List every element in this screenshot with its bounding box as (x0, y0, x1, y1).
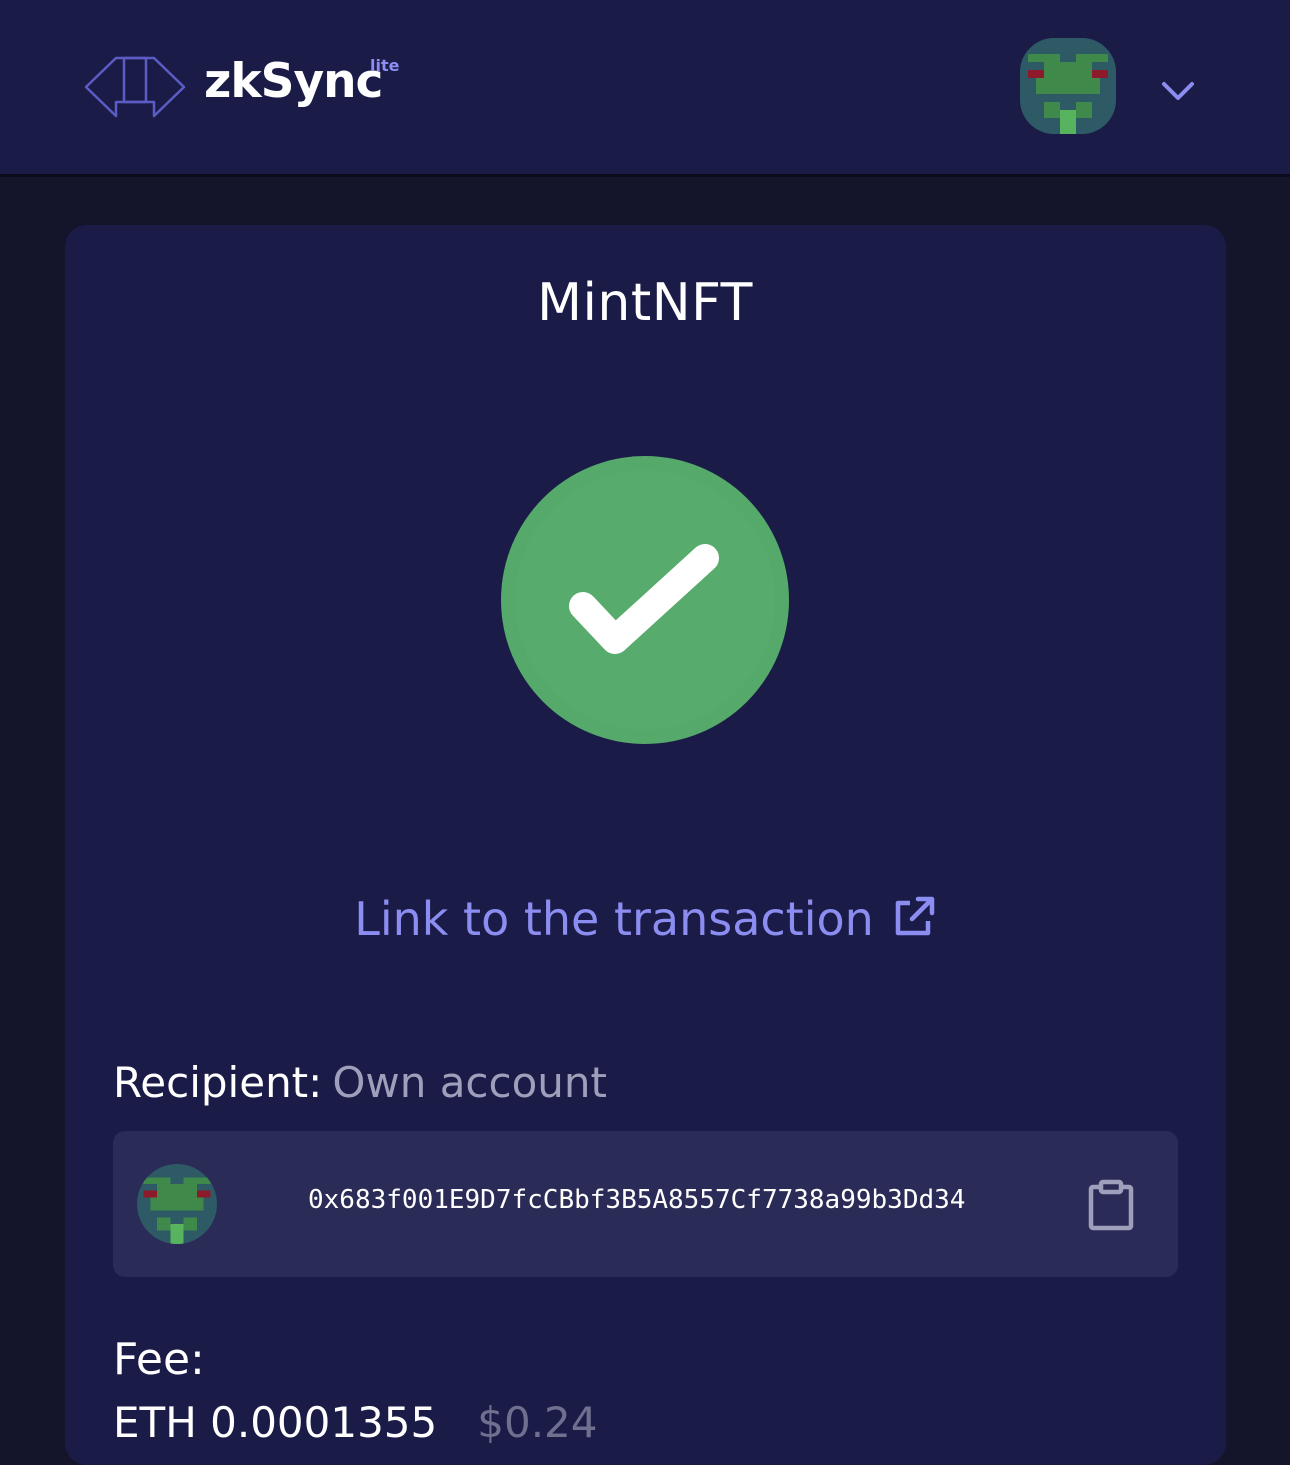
chevron-down-icon[interactable] (1160, 78, 1196, 104)
recipient-address-box: 0x683f001E9D7fcCBbf3B5A8557Cf7738a99b3Dd… (113, 1131, 1178, 1277)
recipient-value: Own account (332, 1058, 608, 1107)
success-indicator (501, 456, 789, 744)
top-bar: zkSync lite (0, 0, 1290, 177)
recipient-row: Recipient: Own account (113, 1058, 607, 1107)
clipboard-icon[interactable] (1088, 1179, 1134, 1231)
recipient-address: 0x683f001E9D7fcCBbf3B5A8557Cf7738a99b3Dd… (308, 1185, 966, 1215)
transaction-link[interactable]: Link to the transaction (0, 892, 1290, 946)
brand-badge: lite (370, 56, 400, 75)
external-link-icon (895, 896, 935, 936)
fee-row: ETH 0.0001355 $0.24 (113, 1398, 598, 1447)
check-circle-icon (515, 470, 775, 730)
pixel-avatar-icon (137, 1164, 217, 1244)
page-title: MintNFT (537, 273, 753, 333)
fee-usd: $0.24 (477, 1398, 598, 1447)
pixel-avatar-icon (1020, 38, 1116, 134)
zksync-arrows-icon (84, 56, 186, 118)
transaction-link-label: Link to the transaction (354, 892, 874, 946)
recipient-avatar (137, 1164, 217, 1244)
brand-name: zkSync (204, 54, 383, 109)
fee-label: Fee: (113, 1334, 205, 1385)
zksync-logo[interactable]: zkSync lite (82, 52, 399, 122)
transaction-card (65, 225, 1226, 1465)
fee-amount: ETH 0.0001355 (113, 1398, 438, 1447)
account-avatar[interactable] (1020, 38, 1116, 134)
recipient-label: Recipient: (113, 1058, 323, 1107)
